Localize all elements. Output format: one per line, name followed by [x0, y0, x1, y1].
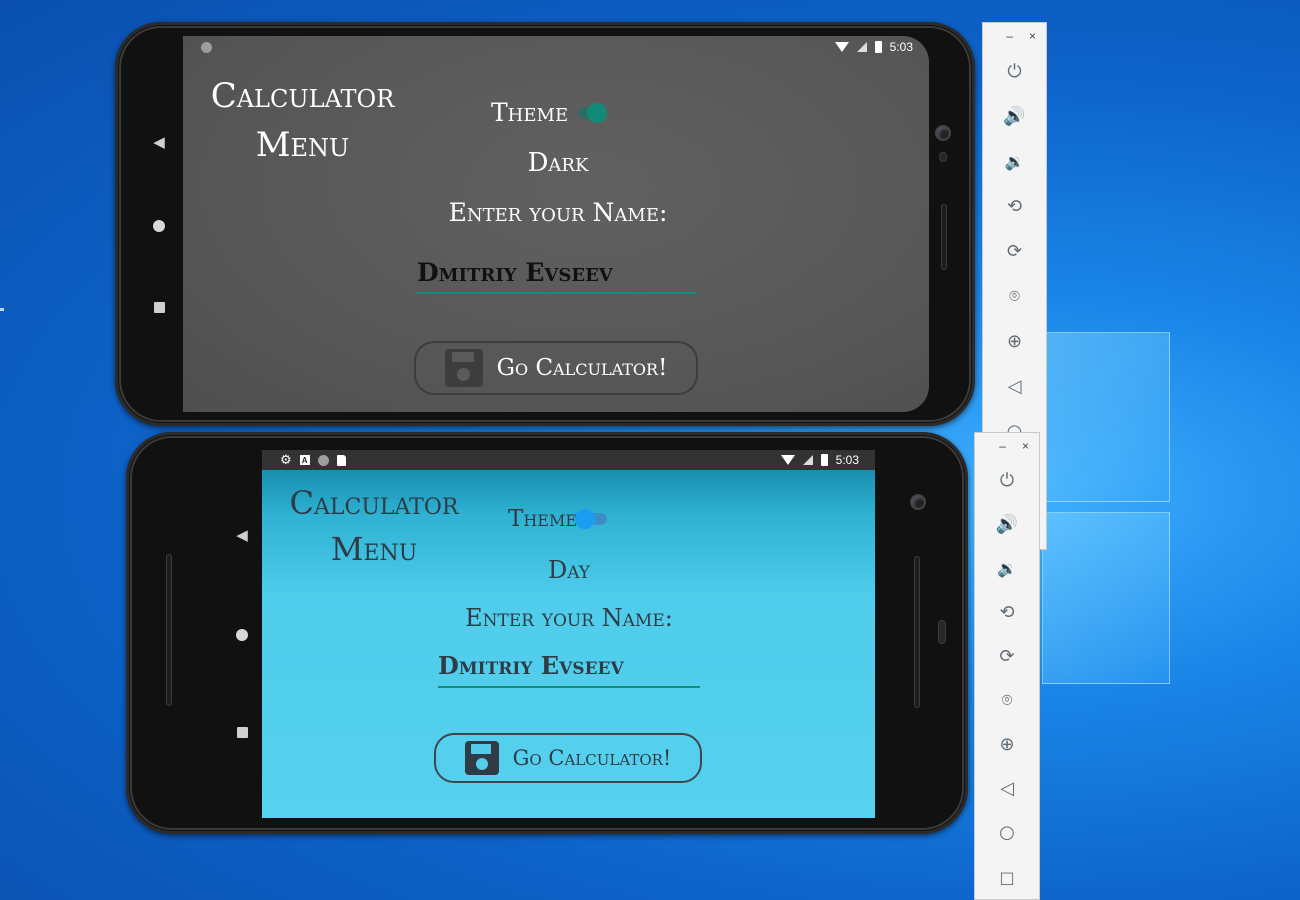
wifi-icon — [780, 455, 795, 465]
power-icon[interactable]: ⏻ — [975, 459, 1039, 503]
emulator-window-controls: – × — [983, 23, 1046, 49]
notification-dot-icon — [201, 41, 212, 53]
settings-gear-icon: ⚙ — [280, 452, 292, 468]
battery-icon — [874, 41, 882, 53]
signal-icon — [802, 455, 813, 465]
dark-phone-nav-bar: ◀ — [129, 22, 189, 426]
status-time: 5:03 — [835, 453, 859, 467]
theme-switch-knob — [575, 509, 596, 529]
emulator-toolbar-bottom: – × ⏻ 🔊 🔉 ⟲ ⟳ ⌾ ⊕ ◁ ○ □ — [974, 432, 1040, 900]
notification-dot-icon — [317, 454, 329, 466]
minimize-button[interactable]: – — [999, 439, 1006, 459]
close-button[interactable]: × — [1029, 29, 1036, 49]
wifi-icon — [834, 42, 849, 52]
theme-mode-label: Day — [547, 556, 591, 584]
dark-phone-sensor — [939, 152, 947, 162]
a-notification-icon: A — [299, 455, 310, 465]
light-phone-camera — [912, 496, 924, 508]
name-input[interactable] — [417, 256, 697, 294]
home-nav-button[interactable] — [236, 629, 248, 641]
theme-toggle-row: Theme — [508, 506, 608, 532]
app-title: Calculator Menu — [274, 480, 474, 573]
minimize-button[interactable]: – — [1006, 29, 1013, 49]
back-nav-button[interactable]: ◀ — [153, 135, 165, 150]
floppy-hub — [456, 368, 470, 381]
back-nav-button[interactable]: ◀ — [236, 528, 248, 543]
home-icon[interactable]: ○ — [975, 811, 1039, 855]
theme-switch-knob — [587, 102, 608, 123]
recents-nav-button[interactable] — [153, 302, 165, 313]
light-phone-sensor — [938, 620, 946, 644]
rotate-left-icon[interactable]: ⟲ — [975, 591, 1039, 635]
rotate-right-icon[interactable]: ⟳ — [975, 635, 1039, 679]
rotate-right-icon[interactable]: ⟳ — [983, 229, 1046, 274]
signal-icon — [856, 42, 867, 52]
recents-nav-button[interactable] — [236, 727, 248, 738]
name-prompt-label: Enter your Name: — [465, 604, 673, 632]
dark-phone-camera — [937, 127, 949, 139]
name-prompt-label: Enter your Name: — [448, 198, 668, 227]
light-phone-speaker-right — [914, 556, 920, 708]
floppy-hub — [475, 758, 488, 770]
theme-switch[interactable] — [578, 102, 608, 123]
go-calculator-label: Go Calculator! — [512, 746, 672, 770]
status-time: 5:03 — [889, 40, 913, 54]
light-app-screen: ⚙ A 5:03 Calculator Menu Theme Day Enter — [262, 450, 875, 818]
volume-up-icon[interactable]: 🔊 — [975, 503, 1039, 547]
windows-logo-pane-bottom-right — [1042, 512, 1170, 684]
app-title-line-1: Calculator — [210, 76, 395, 116]
home-nav-button[interactable] — [153, 220, 165, 232]
theme-mode-label: Dark — [527, 148, 589, 178]
sd-card-icon — [336, 454, 346, 466]
floppy-shutter — [451, 352, 474, 362]
floppy-save-icon — [444, 349, 483, 387]
volume-up-icon[interactable]: 🔊 — [983, 94, 1046, 139]
zoom-icon[interactable]: ⊕ — [975, 723, 1039, 767]
app-title: Calculator Menu — [195, 72, 410, 171]
go-calculator-button[interactable]: Go Calculator! — [434, 733, 702, 783]
close-button[interactable]: × — [1022, 439, 1029, 459]
volume-down-icon[interactable]: 🔉 — [975, 547, 1039, 591]
windows-logo-pane-top-right — [1042, 332, 1170, 502]
battery-icon — [820, 454, 828, 466]
floppy-shutter — [470, 744, 491, 754]
light-status-bar: ⚙ A 5:03 — [262, 450, 875, 470]
back-icon[interactable]: ◁ — [983, 364, 1046, 409]
theme-label: Theme — [491, 98, 569, 127]
light-phone-frame: ◀ ⚙ A 5:03 Calculator Menu Theme Day Ent… — [126, 432, 968, 834]
volume-down-icon[interactable]: 🔉 — [983, 139, 1046, 184]
go-calculator-button[interactable]: Go Calculator! — [414, 341, 698, 395]
desktop-edge-mark — [0, 308, 4, 311]
dark-status-bar: 5:03 — [183, 36, 929, 58]
dark-app-screen: 5:03 Calculator Menu Theme Dark Enter yo… — [183, 36, 929, 412]
app-title-line-2: Menu — [255, 125, 350, 166]
app-title-line-2: Menu — [330, 530, 418, 569]
dark-phone-frame: ◀ 5:03 Calculator Menu Theme Dark Enter … — [115, 22, 975, 426]
power-icon[interactable]: ⏻ — [983, 49, 1046, 94]
light-phone-speaker-left — [166, 554, 172, 706]
theme-label: Theme — [508, 506, 578, 532]
theme-switch[interactable] — [575, 509, 608, 529]
app-title-line-1: Calculator — [289, 484, 459, 522]
rotate-left-icon[interactable]: ⟲ — [983, 184, 1046, 229]
dark-phone-side-slot — [941, 204, 947, 270]
screenshot-icon[interactable]: ⌾ — [983, 274, 1046, 319]
overview-icon[interactable]: □ — [975, 855, 1039, 899]
emulator-window-controls: – × — [975, 433, 1039, 459]
screenshot-icon[interactable]: ⌾ — [975, 679, 1039, 723]
floppy-save-icon — [464, 741, 499, 775]
zoom-icon[interactable]: ⊕ — [983, 319, 1046, 364]
go-calculator-label: Go Calculator! — [496, 355, 668, 381]
name-input[interactable] — [438, 648, 700, 688]
back-icon[interactable]: ◁ — [975, 767, 1039, 811]
theme-toggle-row: Theme — [491, 98, 608, 127]
